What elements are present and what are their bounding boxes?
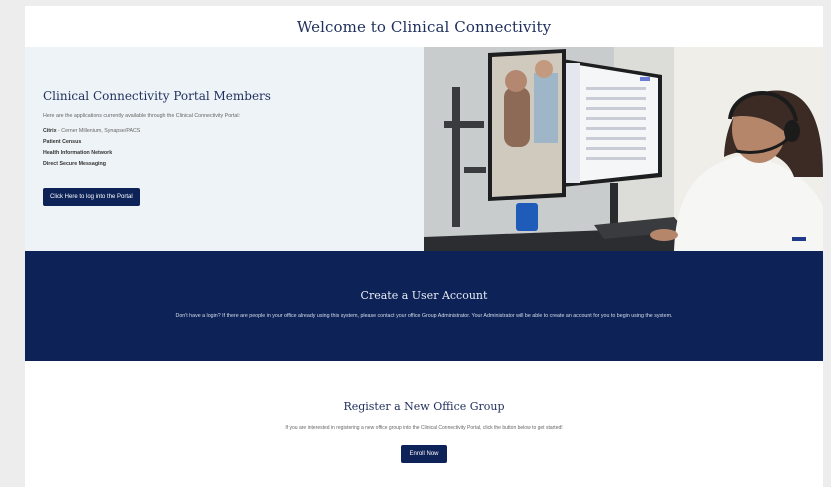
app-name: Patient Census — [43, 139, 82, 145]
app-name: Citrix — [43, 128, 57, 134]
app-name: Health Information Network — [43, 150, 113, 156]
app-item-direct-secure-messaging: Direct Secure Messaging — [43, 159, 406, 170]
app-list: Citrix - Cerner Millenium, Synapse/PACS … — [43, 126, 406, 170]
app-item-health-information-network: Health Information Network — [43, 148, 406, 159]
app-detail: - Cerner Millenium, Synapse/PACS — [56, 128, 141, 134]
app-item-patient-census: Patient Census — [43, 137, 406, 148]
login-portal-button[interactable]: Click Here to log into the Portal — [43, 188, 140, 206]
site-header: Welcome to Clinical Connectivity — [25, 6, 823, 47]
app-name: Direct Secure Messaging — [43, 161, 106, 167]
hero-illustration — [424, 47, 823, 251]
enroll-now-button[interactable]: Enroll Now — [401, 445, 447, 463]
page: Welcome to Clinical Connectivity Clinica… — [25, 6, 823, 487]
create-account-text: Don't have a login? If there are people … — [175, 313, 673, 319]
create-account-section: Create a User Account Don't have a login… — [25, 251, 823, 361]
hero-section: Clinical Connectivity Portal Members Her… — [25, 47, 823, 251]
register-text: If you are interested in registering a n… — [285, 425, 563, 431]
members-panel: Clinical Connectivity Portal Members Her… — [25, 47, 424, 251]
create-account-title: Create a User Account — [360, 289, 488, 302]
app-item-citrix: Citrix - Cerner Millenium, Synapse/PACS — [43, 126, 406, 137]
clinician-telehealth-photo — [424, 47, 823, 251]
register-section: Register a New Office Group If you are i… — [25, 361, 823, 487]
page-title: Welcome to Clinical Connectivity — [296, 17, 552, 36]
members-title: Clinical Connectivity Portal Members — [43, 89, 271, 103]
register-title: Register a New Office Group — [343, 400, 505, 413]
members-intro: Here are the applications currently avai… — [43, 113, 240, 119]
